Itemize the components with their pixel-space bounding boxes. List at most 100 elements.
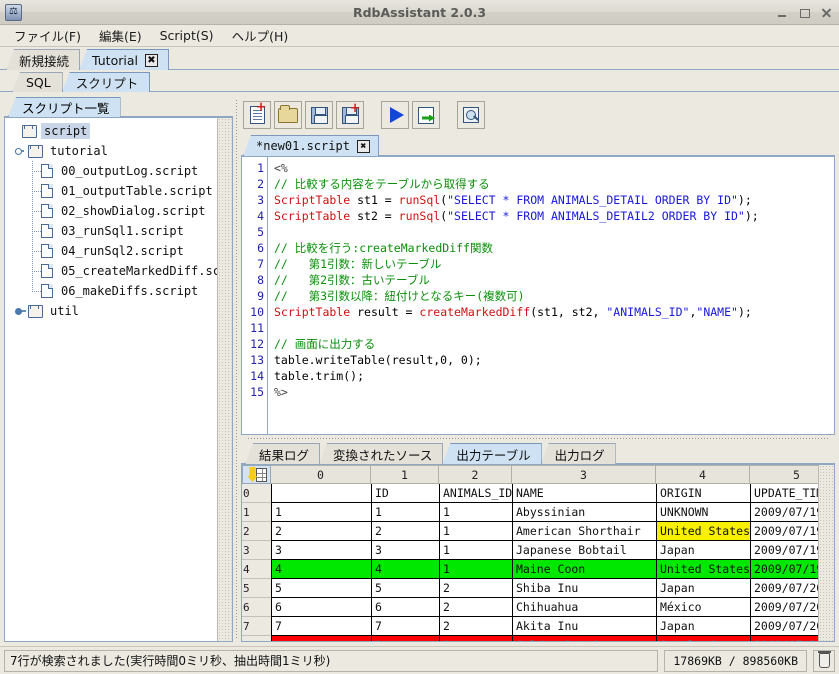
table-cell[interactable]: 4 xyxy=(271,560,371,579)
table-cell[interactable]: 2 xyxy=(439,579,512,598)
table-cell[interactable]: 2009/07/19 ... xyxy=(750,522,818,541)
table-cell[interactable]: Scotland xyxy=(656,636,750,641)
tree-node[interactable]: 03_runSql1.script xyxy=(9,221,217,241)
vertical-splitter[interactable] xyxy=(233,93,241,646)
row-number[interactable]: 6 xyxy=(242,598,255,617)
table-cell[interactable]: Chihuahua xyxy=(512,598,656,617)
table-cell[interactable]: Golden Retriever xyxy=(512,636,656,641)
table-cell[interactable] xyxy=(271,636,371,641)
script-tree[interactable]: script tutorial 00_outputLog.script 01_outp… xyxy=(5,118,217,641)
minimize-button[interactable] xyxy=(777,7,788,18)
table-cell[interactable]: 2 xyxy=(271,522,371,541)
tab-script[interactable]: スクリプト xyxy=(61,72,151,92)
table-cell[interactable]: UPDATE_TIME xyxy=(750,484,818,503)
table-cell[interactable]: 2009/07/19 ... xyxy=(750,503,818,522)
row-number[interactable]: 3 xyxy=(242,541,255,560)
table-cell[interactable]: NAME xyxy=(512,484,656,503)
table-cell[interactable]: Abyssinian xyxy=(512,503,656,522)
table-cell[interactable]: 2 xyxy=(439,636,512,641)
table-cell[interactable]: 2 xyxy=(371,522,439,541)
tab-output-log[interactable]: 出力ログ xyxy=(540,443,616,464)
save-script-button[interactable] xyxy=(305,101,333,129)
table-cell[interactable]: 2009/07/19 ... xyxy=(750,560,818,579)
table-cell[interactable] xyxy=(271,484,371,503)
table-cell[interactable]: 7 xyxy=(271,617,371,636)
code-text-area[interactable]: <% // 比較する内容をテーブルから取得する ScriptTable st1 = … xyxy=(268,157,834,434)
table-cell[interactable]: 1 xyxy=(439,503,512,522)
table-cell[interactable]: 2 xyxy=(439,598,512,617)
table-cell[interactable]: Japan xyxy=(656,541,750,560)
column-header[interactable]: 3 xyxy=(512,465,656,484)
menu-script[interactable]: Script(S) xyxy=(152,26,222,45)
search-button[interactable] xyxy=(457,101,485,129)
column-header[interactable]: 0 xyxy=(271,465,371,484)
save-as-button[interactable]: + xyxy=(336,101,364,129)
table-cell[interactable]: 2009/07/20 ... xyxy=(750,636,818,641)
column-header[interactable]: 5 xyxy=(750,465,818,484)
tree-node[interactable]: 00_outputLog.script xyxy=(9,161,217,181)
tab-new01-script[interactable]: *new01.script ✖ xyxy=(243,135,379,156)
row-number[interactable]: 8 xyxy=(242,636,255,641)
table-cell[interactable]: United States xyxy=(656,560,750,579)
tree-node[interactable]: util xyxy=(9,301,217,321)
close-button[interactable] xyxy=(821,7,832,18)
table-cell[interactable]: 2 xyxy=(439,617,512,636)
row-number[interactable]: 2 xyxy=(242,522,255,541)
close-icon[interactable]: ✖ xyxy=(356,139,370,153)
row-number[interactable]: 0 xyxy=(242,484,255,503)
export-button[interactable] xyxy=(412,101,440,129)
tree-node[interactable]: 06_makeDiffs.script xyxy=(9,281,217,301)
table-cell[interactable]: ID xyxy=(371,484,439,503)
table-cell[interactable]: 2009/07/19 ... xyxy=(750,541,818,560)
tree-vertical-scrollbar[interactable] xyxy=(217,118,232,641)
table-cell[interactable]: ANIMALS_ID xyxy=(439,484,512,503)
tree-node[interactable]: 05_createMarkedDiff.script xyxy=(9,261,217,281)
tab-output-table[interactable]: 出力テーブル xyxy=(442,443,542,464)
tab-tutorial[interactable]: Tutorial ✖ xyxy=(79,49,169,70)
table-cell[interactable]: 6 xyxy=(371,598,439,617)
table-cell[interactable]: 6 xyxy=(271,598,371,617)
tab-new-connection[interactable]: 新規接続 xyxy=(6,49,81,70)
table-cell[interactable]: United States xyxy=(656,522,750,541)
table-vertical-scrollbar[interactable] xyxy=(818,465,834,641)
table-cell[interactable]: 1 xyxy=(271,503,371,522)
open-script-button[interactable] xyxy=(274,101,302,129)
table-cell[interactable]: Akita Inu xyxy=(512,617,656,636)
horizontal-splitter[interactable] xyxy=(241,435,835,442)
tree-node[interactable]: 01_outputTable.script xyxy=(9,181,217,201)
table-cell[interactable]: Maine Coon xyxy=(512,560,656,579)
table-cell[interactable]: 1 xyxy=(439,522,512,541)
table-cell[interactable]: 2009/07/20 ... xyxy=(750,598,818,617)
table-cell[interactable]: 5 xyxy=(371,579,439,598)
code-editor[interactable]: 1 2 3 4 5 6 7 8 9 10 11 12 13 14 15 <%// 比較する内容をテーブルから… xyxy=(241,156,835,435)
table-cell[interactable]: 2009/07/20 ... xyxy=(750,617,818,636)
collapse-toggle-icon[interactable] xyxy=(15,146,26,157)
row-number[interactable]: 5 xyxy=(242,579,255,598)
table-cell[interactable]: 4 xyxy=(371,560,439,579)
column-header[interactable]: 1 xyxy=(371,465,439,484)
table-cell[interactable]: 8 xyxy=(371,636,439,641)
menu-file[interactable]: ファイル(F) xyxy=(6,24,89,47)
tree-node[interactable]: 04_runSql2.script xyxy=(9,241,217,261)
table-cell[interactable]: 7 xyxy=(371,617,439,636)
table-cell[interactable]: 5 xyxy=(271,579,371,598)
table-cell[interactable]: 1 xyxy=(439,560,512,579)
table-cell[interactable]: 1 xyxy=(371,503,439,522)
table-cell[interactable]: Japan xyxy=(656,579,750,598)
table-cell[interactable]: 2009/07/20 ... xyxy=(750,579,818,598)
table-cell[interactable]: Japan xyxy=(656,617,750,636)
row-number[interactable]: 1 xyxy=(242,503,255,522)
tree-node[interactable]: tutorial xyxy=(9,141,217,161)
table-cell[interactable]: ORIGIN xyxy=(656,484,750,503)
tree-node[interactable]: 02_showDialog.script xyxy=(9,201,217,221)
tab-result-log[interactable]: 結果ログ xyxy=(245,443,321,464)
table-cell[interactable]: American Shorthair xyxy=(512,522,656,541)
row-number[interactable]: 4 xyxy=(242,560,255,579)
tree-node[interactable]: script xyxy=(9,121,217,141)
menu-help[interactable]: ヘルプ(H) xyxy=(224,24,297,47)
column-header[interactable]: 2 xyxy=(439,465,512,484)
table-cell[interactable]: 3 xyxy=(371,541,439,560)
export-table-icon[interactable] xyxy=(242,465,271,484)
new-script-button[interactable]: + xyxy=(243,101,271,129)
table-cell[interactable]: Japanese Bobtail xyxy=(512,541,656,560)
